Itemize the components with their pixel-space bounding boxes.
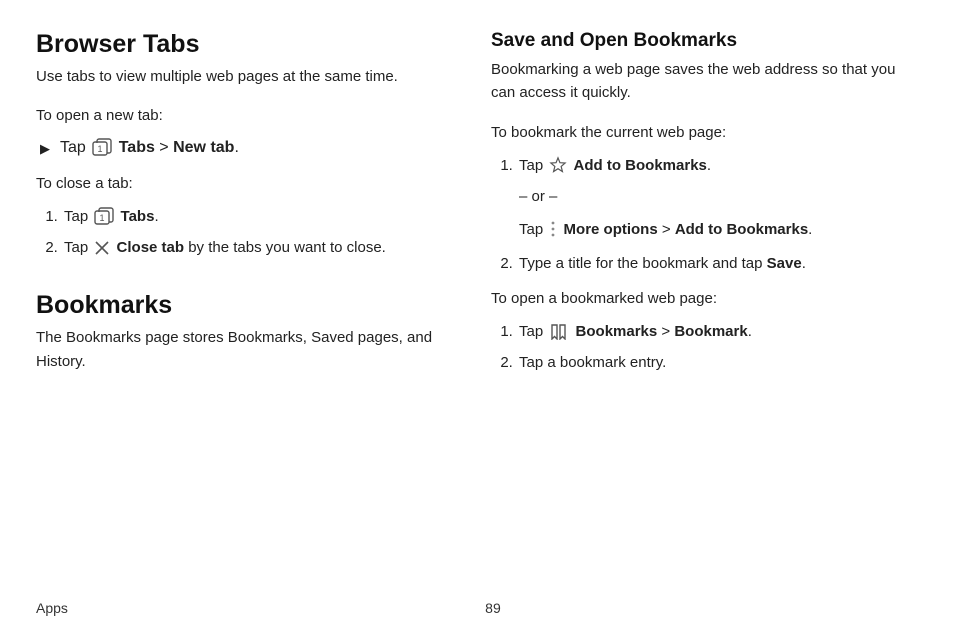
period: .	[808, 221, 812, 238]
step-open-new-tab-text: Tap 1 Tabs > New tab.	[60, 138, 239, 157]
label-to-open-bookmarked: To open a bookmarked web page:	[491, 287, 918, 310]
steps-open-bookmark: Tap Bookmarks > Bookmark. Tap a bookmark…	[491, 320, 918, 375]
label-close-tab: To close a tab:	[36, 172, 463, 195]
separator: >	[155, 139, 173, 156]
label-open-new-tab: To open a new tab:	[36, 104, 463, 127]
bookmark-step-1: Tap Add to Bookmarks. – or – Tap More op…	[517, 154, 918, 242]
text-suffix: by the tabs you want to close.	[184, 239, 386, 256]
page-footer: Apps 89	[36, 600, 918, 616]
tabs-icon: 1	[94, 207, 114, 225]
bookmarks-icon	[549, 324, 569, 340]
bold-more-options: More options	[564, 221, 658, 238]
left-column: Browser Tabs Use tabs to view multiple w…	[36, 30, 463, 387]
bookmark-step-2: Type a title for the bookmark and tap Sa…	[517, 252, 918, 275]
save-open-description: Bookmarking a web page saves the web add…	[491, 58, 918, 105]
footer-section: Apps	[36, 600, 68, 616]
separator: >	[658, 221, 675, 238]
text-tap: Tap	[519, 323, 547, 340]
bold-save: Save	[767, 255, 802, 272]
text-tap: Tap	[519, 221, 547, 238]
bold-close-tab: Close tab	[117, 239, 185, 256]
text-tap: Tap	[64, 239, 92, 256]
browser-tabs-description: Use tabs to view multiple web pages at t…	[36, 65, 463, 88]
steps-bookmark: Tap Add to Bookmarks. – or – Tap More op…	[491, 154, 918, 275]
bold-bookmarks-nav: Bookmarks	[576, 323, 658, 340]
close-x-icon	[94, 240, 110, 256]
heading-bookmarks: Bookmarks	[36, 291, 463, 320]
bold-tabs: Tabs	[119, 139, 155, 156]
close-step-1: Tap 1 Tabs.	[62, 205, 463, 228]
label-to-bookmark-current: To bookmark the current web page:	[491, 121, 918, 144]
bold-bookmark: Bookmark	[674, 323, 747, 340]
period: .	[707, 157, 711, 174]
period: .	[154, 208, 158, 225]
bold-new-tab: New tab	[173, 139, 234, 156]
open-step-2: Tap a bookmark entry.	[517, 351, 918, 374]
heading-browser-tabs: Browser Tabs	[36, 30, 463, 59]
text-save-title: Type a title for the bookmark and tap	[519, 255, 767, 272]
star-outline-icon	[549, 156, 567, 174]
bold-tabs: Tabs	[121, 208, 155, 225]
open-step-1: Tap Bookmarks > Bookmark.	[517, 320, 918, 343]
steps-close-tab: Tap 1 Tabs. Tap Close tab by the tabs yo…	[36, 205, 463, 260]
page-columns: Browser Tabs Use tabs to view multiple w…	[36, 30, 918, 387]
step-open-new-tab: ▶ Tap 1 Tabs > New tab.	[40, 138, 463, 160]
svg-text:1: 1	[100, 213, 105, 223]
tabs-icon: 1	[92, 138, 112, 156]
period: .	[802, 255, 806, 272]
separator: >	[657, 323, 674, 340]
svg-text:1: 1	[98, 144, 103, 154]
text-tap: Tap	[519, 157, 547, 174]
bookmarks-description: The Bookmarks page stores Bookmarks, Sav…	[36, 326, 463, 373]
text-tap: Tap	[60, 139, 90, 156]
period: .	[748, 323, 752, 340]
heading-save-open-bookmarks: Save and Open Bookmarks	[491, 30, 918, 52]
bookmark-alt: Tap More options > Add to Bookmarks.	[519, 218, 918, 241]
more-options-icon	[549, 220, 557, 238]
right-column: Save and Open Bookmarks Bookmarking a we…	[491, 30, 918, 387]
close-step-2: Tap Close tab by the tabs you want to cl…	[62, 236, 463, 259]
or-separator: – or –	[519, 185, 918, 208]
bold-add-bookmarks: Add to Bookmarks	[574, 157, 707, 174]
footer-page-number: 89	[36, 600, 918, 616]
triangle-bullet-icon: ▶	[40, 138, 50, 160]
period: .	[234, 139, 238, 156]
bold-add-bookmarks-alt: Add to Bookmarks	[675, 221, 808, 238]
text-tap: Tap	[64, 208, 92, 225]
